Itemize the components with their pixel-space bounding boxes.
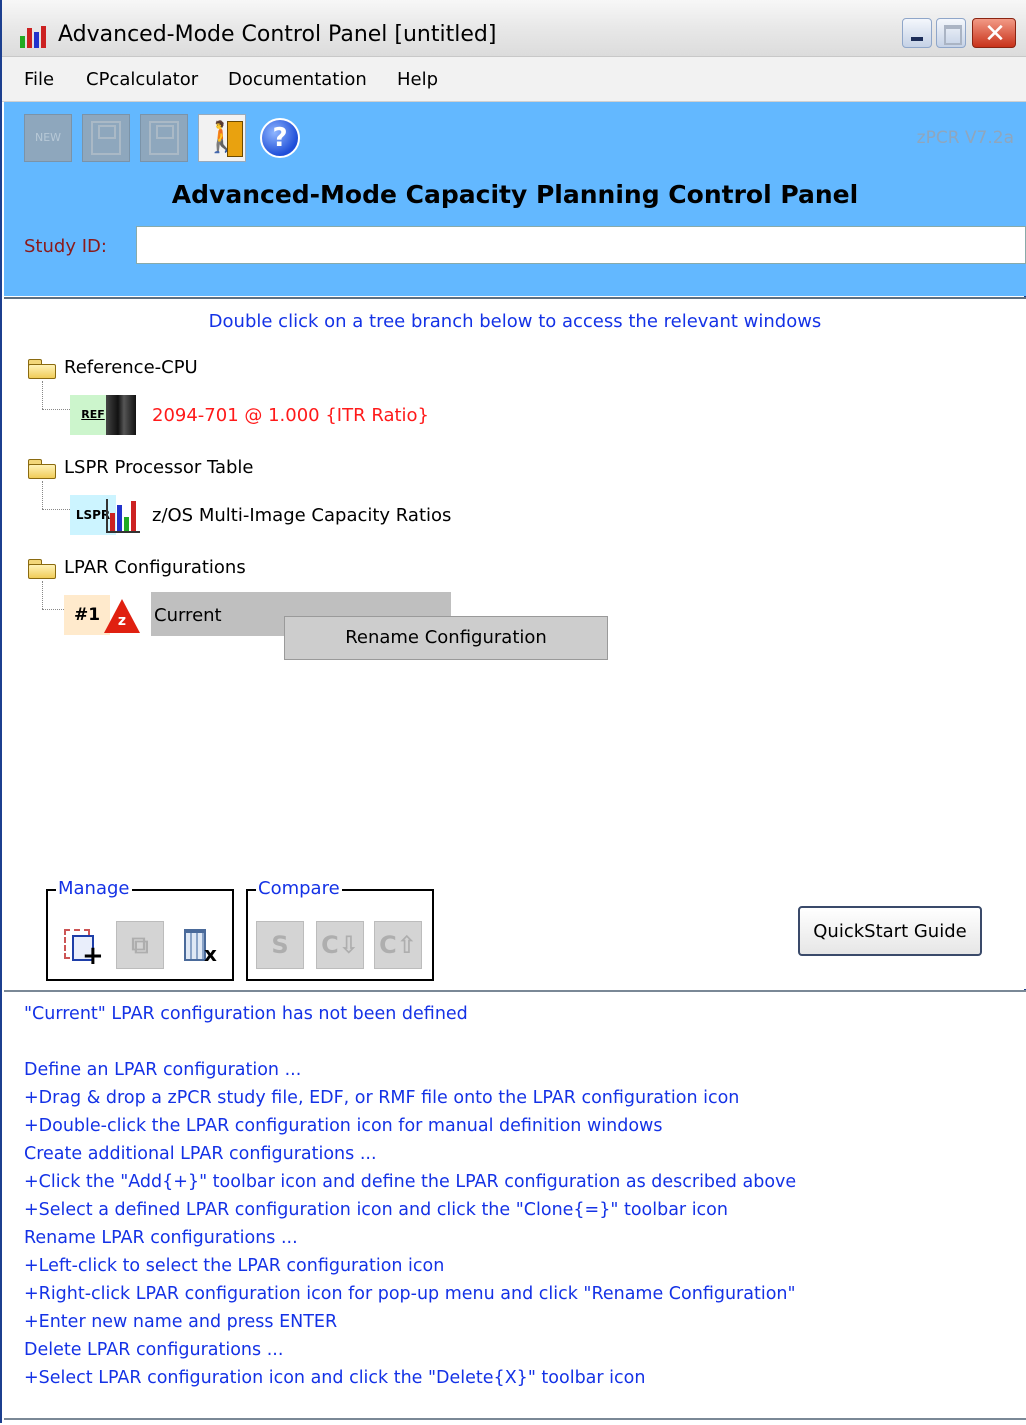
message-line: +Enter new name and press ENTER [24,1312,338,1332]
exit-button[interactable]: 🚶 [198,114,246,162]
tree-hint: Double click on a tree branch below to a… [208,311,822,332]
save-as-button[interactable] [140,114,188,162]
tree-connector [42,581,43,609]
clone-icon: ⧉ [131,931,149,959]
close-button[interactable]: ✕ [972,18,1016,49]
tree-branch-lpar[interactable]: LPAR Configurations [64,557,246,578]
message-line: Delete LPAR configurations ... [24,1340,284,1360]
message-line: Define an LPAR configuration ... [24,1060,302,1080]
tree-connector [42,381,43,409]
header-panel: NEW 🚶 ? zPCR V7.2a Advanced-Mode Capacit… [4,102,1026,296]
message-line: +Double-click the LPAR configuration ico… [24,1116,663,1136]
maximize-icon [944,25,962,45]
message-line: +Drag & drop a zPCR study file, EDF, or … [24,1088,740,1108]
tree-branch-lspr[interactable]: LSPR Processor Table [64,457,254,478]
door-icon [227,121,243,157]
maximize-button[interactable] [936,18,966,48]
config-name[interactable]: Current [154,605,222,626]
lspr-value[interactable]: z/OS Multi-Image Capacity Ratios [152,505,451,526]
save-button[interactable] [82,114,130,162]
window-title: Advanced-Mode Control Panel [untitled] [58,22,497,47]
folder-icon [28,459,56,479]
bar-chart-icon [106,499,140,533]
message-line: +Click the "Add{+}" toolbar icon and def… [24,1172,797,1192]
page-title: Advanced-Mode Capacity Planning Control … [171,180,859,209]
study-id-input[interactable] [136,226,1026,264]
reference-cpu-value[interactable]: 2094-701 @ 1.000 {ITR Ratio} [152,405,429,426]
rename-configuration-menu-item[interactable]: Rename Configuration [285,617,607,659]
study-id-label: Study ID: [24,236,107,257]
manage-group: Manage + ⧉ x [46,877,234,981]
trash-icon [184,929,206,961]
compare-up-button[interactable]: C⇧ [374,921,422,969]
save-icon [91,121,121,155]
help-button[interactable]: ? [256,114,304,162]
manage-group-label: Manage [56,877,132,901]
minimize-icon [911,37,923,41]
bar-chart-app-icon [20,26,46,48]
message-line: "Current" LPAR configuration has not bee… [24,1004,468,1024]
menu-help[interactable]: Help [397,69,438,90]
message-panel: "Current" LPAR configuration has not bee… [4,990,1026,1425]
delete-x-icon: x [204,942,217,966]
folder-icon [28,559,56,579]
version-label: zPCR V7.2a [916,128,1014,148]
folder-icon [28,359,56,379]
tree-panel: Double click on a tree branch below to a… [4,297,1026,989]
menu-bar: File CPcalculator Documentation Help [2,57,1026,102]
menu-cpcalculator[interactable]: CPcalculator [86,69,198,90]
quickstart-guide-button[interactable]: QuickStart Guide [798,906,982,956]
minimize-button[interactable] [902,18,932,48]
delete-config-button[interactable]: x [174,921,222,969]
plus-icon: + [82,941,104,971]
bottom-border [4,1418,1026,1420]
new-button[interactable]: NEW [24,114,72,162]
menu-file[interactable]: File [24,69,54,90]
message-line: +Select a defined LPAR configuration ico… [24,1200,728,1220]
tree-connector [42,481,43,509]
message-line: Rename LPAR configurations ... [24,1228,298,1248]
z-badge: z [117,613,127,629]
clone-config-button[interactable]: ⧉ [116,921,164,969]
compare-group: Compare S C⇩ C⇧ [246,877,434,981]
compare-s-button[interactable]: S [256,921,304,969]
context-menu: Rename Configuration [284,616,608,660]
close-icon: ✕ [984,19,1006,49]
compare-group-label: Compare [256,877,342,901]
tree-connector [42,409,70,410]
message-line: Create additional LPAR configurations ..… [24,1144,377,1164]
add-config-button[interactable]: + [56,921,104,969]
new-icon: NEW [34,131,62,144]
compare-down-button[interactable]: C⇩ [316,921,364,969]
tree-branch-reference-cpu[interactable]: Reference-CPU [64,357,198,378]
menu-documentation[interactable]: Documentation [228,69,367,90]
title-bar: Advanced-Mode Control Panel [untitled] ✕ [2,0,1026,57]
tree-connector [42,509,70,510]
window: Advanced-Mode Control Panel [untitled] ✕… [0,0,1026,1425]
help-icon: ? [260,118,300,158]
server-icon [106,395,136,435]
message-line: +Left-click to select the LPAR configura… [24,1256,445,1276]
message-line: +Select LPAR configuration icon and clic… [24,1368,646,1388]
save-as-icon [149,121,179,155]
message-line: +Right-click LPAR configuration icon for… [24,1284,796,1304]
